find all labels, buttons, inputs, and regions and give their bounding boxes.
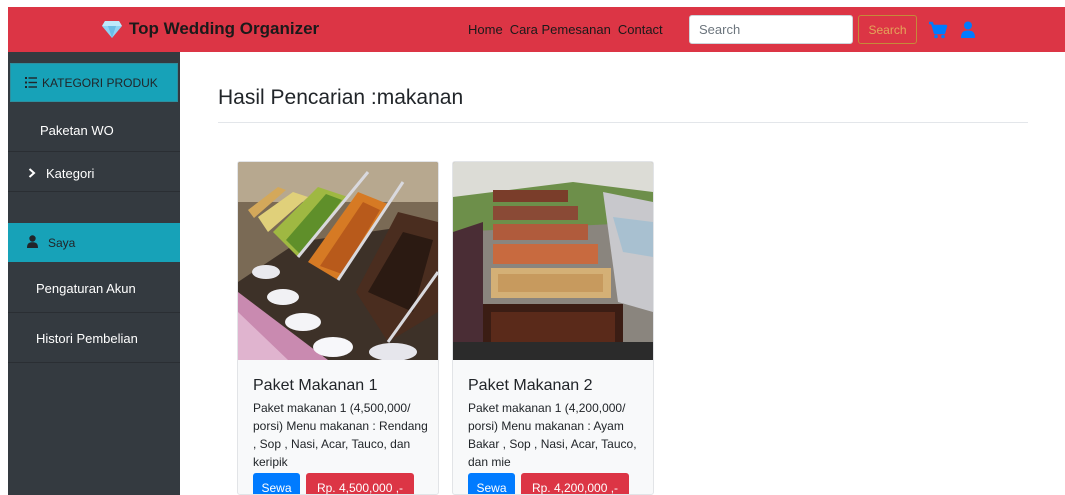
rent-button[interactable]: Sewa — [468, 473, 515, 494]
chevron-right-icon — [28, 168, 36, 178]
navbar: Top Wedding Organizer Home Cara Pemesana… — [8, 7, 1065, 52]
product-title: Paket Makanan 1 — [253, 377, 378, 394]
divider — [218, 122, 1028, 123]
product-image[interactable] — [453, 162, 653, 360]
product-description: Paket makanan 1 (4,500,000/ porsi) Menu … — [253, 401, 428, 469]
cart-icon[interactable] — [928, 21, 948, 39]
list-icon — [25, 77, 37, 88]
sidebar-item-paketan-wo[interactable]: Paketan WO — [8, 108, 180, 152]
price-button[interactable]: Rp. 4,500,000 ,- — [306, 473, 414, 494]
sidebar-account-header[interactable]: Saya — [8, 223, 180, 262]
product-title: Paket Makanan 2 — [468, 377, 593, 394]
product-card: Paket Makanan 1 Paket makanan 1 (4,500,0… — [237, 161, 439, 495]
sidebar: KATEGORI PRODUK Paketan WO Kategori Saya… — [8, 52, 180, 495]
rent-button[interactable]: Sewa — [253, 473, 300, 494]
sidebar-item-label: Histori Pembelian — [36, 331, 138, 346]
brand[interactable]: Top Wedding Organizer — [101, 18, 319, 40]
sidebar-item-histori-pembelian[interactable]: Histori Pembelian — [8, 317, 180, 363]
user-icon[interactable] — [961, 21, 975, 38]
search-input[interactable] — [689, 15, 853, 44]
sidebar-item-kategori[interactable]: Kategori — [8, 152, 180, 192]
product-card: Paket Makanan 2 Paket makanan 1 (4,200,0… — [452, 161, 654, 495]
sidebar-item-pengaturan-akun[interactable]: Pengaturan Akun — [8, 267, 180, 313]
product-description: Paket makanan 1 (4,200,000/ porsi) Menu … — [468, 401, 637, 469]
nav-link-contact[interactable]: Contact — [618, 22, 663, 38]
page: Top Wedding Organizer Home Cara Pemesana… — [0, 0, 1065, 495]
sidebar-item-label: Paketan WO — [40, 123, 114, 138]
product-image[interactable] — [238, 162, 438, 360]
nav-links: Home Cara Pemesanan Contact — [468, 22, 663, 38]
nav-link-cara-pemesanan[interactable]: Cara Pemesanan — [510, 22, 611, 38]
page-title: Hasil Pencarian :makanan — [218, 86, 464, 109]
sidebar-category-header-label: KATEGORI PRODUK — [42, 76, 158, 90]
user-icon — [27, 235, 38, 248]
sidebar-account-header-label: Saya — [48, 236, 76, 250]
diamond-icon — [102, 21, 122, 38]
nav-link-home[interactable]: Home — [468, 22, 503, 38]
sidebar-item-label: Pengaturan Akun — [36, 281, 136, 296]
sidebar-category-header[interactable]: KATEGORI PRODUK — [10, 63, 178, 102]
sidebar-item-label: Kategori — [46, 166, 95, 181]
brand-name: Top Wedding Organizer — [129, 19, 320, 38]
search-button[interactable]: Search — [858, 15, 917, 44]
price-button[interactable]: Rp. 4,200,000 ,- — [521, 473, 629, 494]
